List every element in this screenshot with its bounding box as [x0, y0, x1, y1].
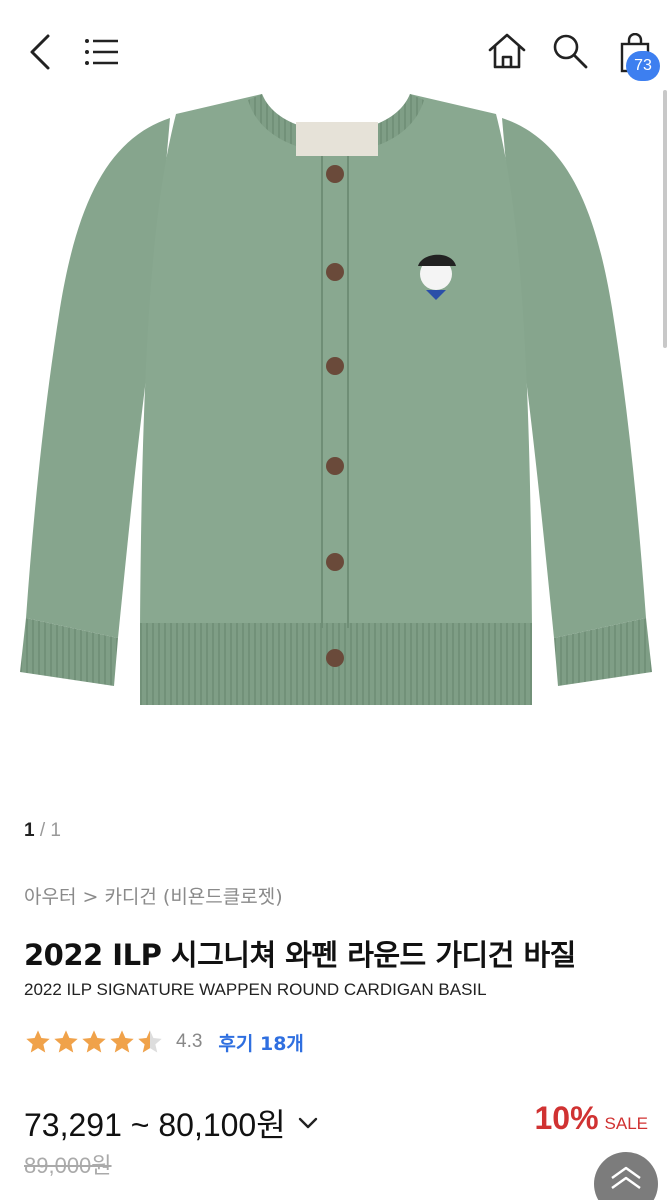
- search-button[interactable]: [548, 28, 592, 74]
- home-button[interactable]: [484, 28, 530, 74]
- top-navigation-bar: 73: [0, 0, 672, 100]
- back-button[interactable]: [18, 28, 62, 76]
- review-count-link[interactable]: 후기 18개: [218, 1029, 304, 1056]
- search-icon: [553, 34, 588, 69]
- product-title-english: 2022 ILP SIGNATURE WAPPEN ROUND CARDIGAN…: [24, 980, 487, 999]
- category-breadcrumb[interactable]: 아우터 > 카디건 (비욘드클로젯): [24, 882, 283, 909]
- rating-value: 4.3: [176, 1031, 203, 1052]
- star-icon: [26, 1030, 50, 1053]
- chevron-down-icon: [298, 1116, 318, 1130]
- star-rating: [24, 1028, 164, 1056]
- star-icon: [110, 1030, 134, 1053]
- price-range-selector[interactable]: 73,291 ~ 80,100원: [24, 1100, 318, 1146]
- menu-button[interactable]: [80, 30, 124, 74]
- star-icon: [54, 1030, 78, 1053]
- rating-row: 4.3 후기 18개: [24, 1026, 304, 1058]
- home-icon: [488, 33, 526, 69]
- product-title: 2022 ILP 시그니쳐 와펜 라운드 가디건 바질: [24, 938, 576, 972]
- pager-total: 1: [50, 820, 61, 841]
- chevron-left-icon: [30, 34, 50, 70]
- scroll-to-top-button[interactable]: [594, 1152, 658, 1200]
- half-star-icon: [138, 1030, 162, 1053]
- sale-label: SALE: [604, 1114, 648, 1133]
- hamburger-menu-icon: [85, 39, 118, 65]
- discount-percent: 10%: [534, 1100, 599, 1136]
- discount-badge: 10% SALE: [534, 1100, 648, 1137]
- cart-count-badge: 73: [626, 51, 660, 81]
- green-knit-cardigan-illustration: [20, 94, 652, 705]
- image-pager: 1 / 1: [24, 820, 61, 842]
- double-chevron-up-icon: [611, 1166, 641, 1189]
- original-price: 89,000원: [24, 1153, 112, 1178]
- star-icon: [82, 1030, 106, 1053]
- pager-current: 1: [24, 820, 35, 841]
- product-image[interactable]: [0, 88, 672, 718]
- pager-separator: /: [39, 820, 46, 841]
- price-range: 73,291 ~ 80,100원: [24, 1107, 286, 1143]
